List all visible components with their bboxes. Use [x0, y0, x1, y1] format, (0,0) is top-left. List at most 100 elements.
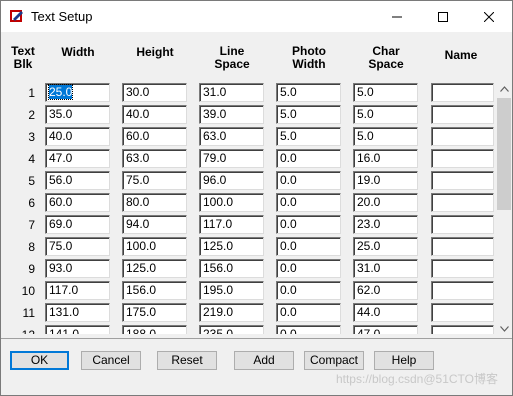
- scroll-thumb[interactable]: [497, 98, 511, 210]
- minimize-button[interactable]: [374, 1, 420, 32]
- char-space-field[interactable]: 16.0: [353, 149, 418, 168]
- height-value: 156.0: [126, 283, 157, 297]
- photo-width-field[interactable]: 5.0: [276, 83, 341, 102]
- photo-width-field[interactable]: 0.0: [276, 237, 341, 256]
- line-space-field[interactable]: 63.0: [199, 127, 264, 146]
- height-field[interactable]: 40.0: [122, 105, 187, 124]
- height-field[interactable]: 188.0: [122, 325, 187, 334]
- line-space-field[interactable]: 100.0: [199, 193, 264, 212]
- height-field[interactable]: 156.0: [122, 281, 187, 300]
- line-space-field[interactable]: 125.0: [199, 237, 264, 256]
- header-photo-width: Photo Width: [276, 45, 342, 71]
- name-field[interactable]: [431, 149, 494, 168]
- line-space-value: 117.0: [203, 217, 233, 231]
- height-field[interactable]: 60.0: [122, 127, 187, 146]
- photo-width-value: 0.0: [280, 283, 297, 297]
- char-space-field[interactable]: 5.0: [353, 83, 418, 102]
- width-field[interactable]: 93.0: [45, 259, 110, 278]
- height-field[interactable]: 94.0: [122, 215, 187, 234]
- vertical-scrollbar[interactable]: [496, 81, 512, 337]
- name-field[interactable]: [431, 237, 494, 256]
- table-row: 11 131.0 175.0 219.0 0.0 44.0: [1, 302, 496, 324]
- height-field[interactable]: 63.0: [122, 149, 187, 168]
- height-field[interactable]: 80.0: [122, 193, 187, 212]
- line-space-field[interactable]: 96.0: [199, 171, 264, 190]
- photo-width-field[interactable]: 0.0: [276, 171, 341, 190]
- height-field[interactable]: 75.0: [122, 171, 187, 190]
- char-space-field[interactable]: 25.0: [353, 237, 418, 256]
- table-row: 4 47.0 63.0 79.0 0.0 16.0: [1, 148, 496, 170]
- name-field[interactable]: [431, 303, 494, 322]
- name-field[interactable]: [431, 105, 494, 124]
- char-space-field[interactable]: 20.0: [353, 193, 418, 212]
- reset-button[interactable]: Reset: [157, 351, 217, 370]
- compact-button[interactable]: Compact: [304, 351, 364, 370]
- photo-width-field[interactable]: 5.0: [276, 127, 341, 146]
- char-space-value: 25.0: [357, 239, 381, 253]
- name-field[interactable]: [431, 171, 494, 190]
- height-field[interactable]: 100.0: [122, 237, 187, 256]
- name-field[interactable]: [431, 215, 494, 234]
- cancel-button[interactable]: Cancel: [81, 351, 141, 370]
- char-space-field[interactable]: 23.0: [353, 215, 418, 234]
- name-field[interactable]: [431, 83, 494, 102]
- width-field[interactable]: 25.0: [45, 83, 110, 102]
- header-name: Name: [444, 48, 478, 62]
- height-field[interactable]: 125.0: [122, 259, 187, 278]
- width-field[interactable]: 117.0: [45, 281, 110, 300]
- add-button[interactable]: Add: [234, 351, 294, 370]
- photo-width-field[interactable]: 0.0: [276, 303, 341, 322]
- scroll-up-button[interactable]: [496, 81, 512, 97]
- width-field[interactable]: 75.0: [45, 237, 110, 256]
- close-button[interactable]: [466, 1, 512, 32]
- name-field[interactable]: [431, 127, 494, 146]
- name-field[interactable]: [431, 281, 494, 300]
- ok-button[interactable]: OK: [10, 351, 69, 370]
- row-number: 7: [28, 218, 35, 232]
- char-space-field[interactable]: 5.0: [353, 105, 418, 124]
- scroll-down-button[interactable]: [496, 321, 512, 337]
- width-field[interactable]: 69.0: [45, 215, 110, 234]
- photo-width-field[interactable]: 0.0: [276, 215, 341, 234]
- char-space-value: 23.0: [357, 217, 381, 231]
- line-space-field[interactable]: 31.0: [199, 83, 264, 102]
- height-field[interactable]: 175.0: [122, 303, 187, 322]
- photo-width-value: 0.0: [280, 305, 297, 319]
- name-field[interactable]: [431, 259, 494, 278]
- photo-width-value: 0.0: [280, 173, 297, 187]
- line-space-field[interactable]: 235.0: [199, 325, 264, 334]
- width-field[interactable]: 40.0: [45, 127, 110, 146]
- name-field[interactable]: [431, 193, 494, 212]
- photo-width-field[interactable]: 0.0: [276, 149, 341, 168]
- maximize-button[interactable]: [420, 1, 466, 32]
- width-field[interactable]: 141.0: [45, 325, 110, 334]
- help-button[interactable]: Help: [374, 351, 434, 370]
- photo-width-field[interactable]: 5.0: [276, 105, 341, 124]
- chevron-down-icon: [499, 326, 509, 332]
- char-space-field[interactable]: 31.0: [353, 259, 418, 278]
- width-field[interactable]: 131.0: [45, 303, 110, 322]
- photo-width-field[interactable]: 0.0: [276, 325, 341, 334]
- width-field[interactable]: 60.0: [45, 193, 110, 212]
- char-space-field[interactable]: 47.0: [353, 325, 418, 334]
- height-field[interactable]: 30.0: [122, 83, 187, 102]
- photo-width-field[interactable]: 0.0: [276, 193, 341, 212]
- photo-width-value: 0.0: [280, 195, 297, 209]
- photo-width-field[interactable]: 0.0: [276, 281, 341, 300]
- width-field[interactable]: 47.0: [45, 149, 110, 168]
- line-space-field[interactable]: 39.0: [199, 105, 264, 124]
- line-space-field[interactable]: 195.0: [199, 281, 264, 300]
- line-space-field[interactable]: 79.0: [199, 149, 264, 168]
- char-space-field[interactable]: 62.0: [353, 281, 418, 300]
- photo-width-field[interactable]: 0.0: [276, 259, 341, 278]
- header-line-space-line2: Space: [214, 57, 250, 71]
- width-field[interactable]: 56.0: [45, 171, 110, 190]
- line-space-field[interactable]: 219.0: [199, 303, 264, 322]
- char-space-field[interactable]: 19.0: [353, 171, 418, 190]
- line-space-field[interactable]: 117.0: [199, 215, 264, 234]
- width-field[interactable]: 35.0: [45, 105, 110, 124]
- char-space-field[interactable]: 5.0: [353, 127, 418, 146]
- char-space-field[interactable]: 44.0: [353, 303, 418, 322]
- line-space-field[interactable]: 156.0: [199, 259, 264, 278]
- name-field[interactable]: [431, 325, 494, 334]
